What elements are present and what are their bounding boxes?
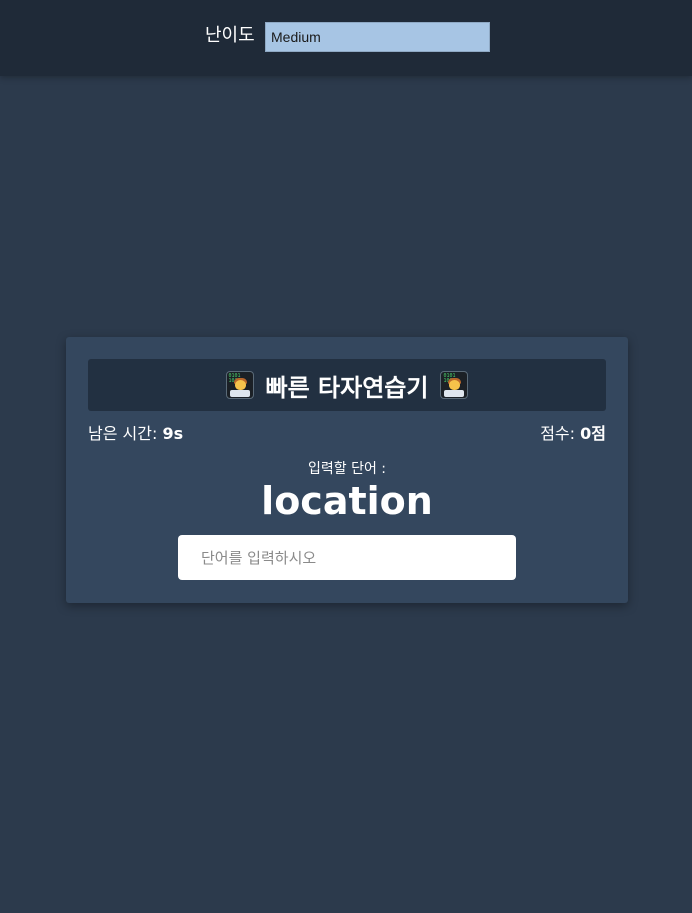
card-header: 01011010 빠른 타자연습기 01011010 bbox=[88, 359, 606, 411]
typing-game-card: 01011010 빠른 타자연습기 01011010 남은 시간: 9s 점수:… bbox=[66, 337, 628, 603]
difficulty-label: 난이도 bbox=[205, 25, 255, 46]
score: 점수: 0점 bbox=[540, 423, 606, 445]
technologist-icon: 01011010 bbox=[440, 371, 469, 399]
technologist-icon: 01011010 bbox=[225, 371, 254, 399]
time-label: 남은 시간: bbox=[88, 424, 158, 443]
time-remaining: 남은 시간: 9s bbox=[88, 423, 183, 445]
score-value: 0점 bbox=[580, 424, 606, 443]
prompt-label: 입력할 단어 : bbox=[307, 461, 387, 477]
time-value: 9s bbox=[162, 424, 184, 443]
word-input[interactable] bbox=[178, 535, 516, 580]
score-label: 점수: bbox=[540, 424, 576, 443]
game-title: 빠른 타자연습기 bbox=[265, 373, 429, 402]
target-word: location bbox=[261, 479, 433, 523]
top-bar: 난이도 Medium bbox=[0, 0, 692, 76]
difficulty-select[interactable]: Medium bbox=[265, 22, 490, 52]
